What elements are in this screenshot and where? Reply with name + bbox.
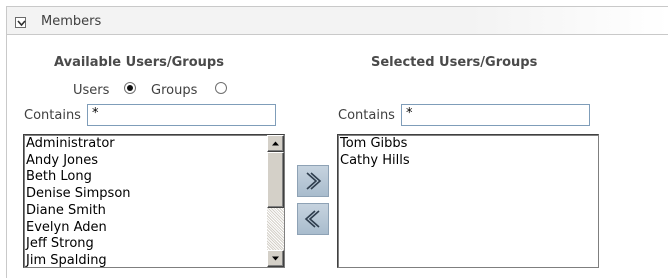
add-selected-button[interactable] [297,165,329,197]
remove-selected-button[interactable] [297,203,329,235]
list-item[interactable]: Diane Smith [24,203,284,220]
list-item[interactable]: Jim Spalding [24,253,284,267]
users-radio[interactable] [124,82,136,94]
list-item[interactable]: Andy Jones [24,153,284,170]
available-users-list[interactable]: Administrator Andy Jones Beth Long Denise S… [23,134,285,268]
groups-radio[interactable] [215,82,227,94]
available-filter-input[interactable]: * [87,104,276,126]
selected-users-groups-title: Selected Users/Groups [371,55,538,70]
selected-filter-input[interactable]: * [401,104,590,126]
available-users-groups-title: Available Users/Groups [54,55,224,70]
list-item[interactable]: Evelyn Aden [24,220,284,237]
available-list-scrollbar[interactable] [267,135,284,267]
members-panel-header[interactable]: Members [7,7,668,35]
scroll-thumb[interactable] [267,152,284,208]
selected-users-list[interactable]: Tom Gibbs Cathy Hills [337,134,599,268]
selected-contains-label: Contains [338,108,395,123]
list-item[interactable]: Cathy Hills [338,153,598,170]
list-item[interactable]: Jeff Strong [24,236,284,253]
scroll-up-button[interactable] [267,135,284,152]
users-radio-label: Users [73,83,110,98]
panel-title: Members [41,14,102,29]
collapse-toggle-icon[interactable] [15,17,26,28]
list-item[interactable]: Tom Gibbs [338,136,598,153]
groups-radio-label: Groups [151,83,198,98]
available-contains-label: Contains [24,108,81,123]
list-item[interactable]: Administrator [24,136,284,153]
list-item[interactable]: Beth Long [24,169,284,186]
list-item[interactable]: Denise Simpson [24,186,284,203]
scroll-down-button[interactable] [267,250,284,267]
